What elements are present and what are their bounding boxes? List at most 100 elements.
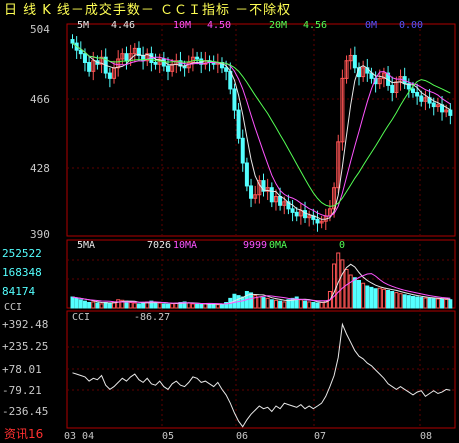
candle-body <box>240 137 245 164</box>
x-axis-label: 06 <box>236 431 249 442</box>
volume-bar <box>211 303 216 309</box>
candle-body <box>244 162 249 187</box>
candle-body <box>410 88 415 93</box>
volume-y-label: 168348 <box>2 266 42 279</box>
volume-bar <box>390 291 395 309</box>
candle-body <box>82 53 87 64</box>
volume-bar <box>87 302 92 309</box>
cci-panel-name: CCI <box>4 302 23 313</box>
volume-bar <box>195 303 200 309</box>
volume-bar <box>82 300 87 309</box>
volume-bar <box>157 302 162 309</box>
x-axis-label: 03 04 <box>64 431 95 442</box>
volume-bar <box>261 297 266 309</box>
volume-bar <box>444 298 449 309</box>
volume-bar <box>240 296 245 309</box>
candle-body <box>195 56 200 60</box>
candle-body <box>232 88 237 111</box>
ma10-line <box>72 42 451 217</box>
volume-bar <box>265 297 270 309</box>
volume-bar <box>315 302 320 309</box>
legend-label: 10MA <box>173 240 198 251</box>
volume-bar <box>298 299 303 309</box>
stock-chart[interactable] <box>0 0 459 443</box>
candle-body <box>224 67 229 72</box>
candle-body <box>390 84 395 93</box>
panel-frame <box>66 310 456 429</box>
volume-bar <box>357 280 361 309</box>
volume-bar <box>219 303 224 309</box>
volume-bar <box>95 302 100 309</box>
cci-y-label: -79.21 <box>2 384 42 397</box>
volume-bar <box>348 274 353 309</box>
legend-label: 0M <box>365 20 378 31</box>
candle-body <box>419 95 424 102</box>
volume-bar <box>415 296 420 309</box>
volume-bar <box>78 299 83 309</box>
volume-bar <box>435 298 440 309</box>
volume-bar <box>107 302 112 309</box>
volume-bar <box>311 302 316 309</box>
volume-bar <box>215 304 220 309</box>
candle-body <box>303 210 308 219</box>
candle-body <box>415 91 420 97</box>
cci-legend-value: -86.27 <box>134 312 171 323</box>
volume-bar <box>99 303 104 309</box>
brand-label: 资讯16 <box>4 427 44 441</box>
cci-y-label: +78.01 <box>2 363 42 376</box>
ma5-line <box>72 42 451 220</box>
candle-body <box>352 54 357 69</box>
volume-bar <box>153 302 158 309</box>
legend-value: 0.00 <box>399 20 424 31</box>
price-y-label: 428 <box>30 162 50 175</box>
volume-bar <box>352 277 357 309</box>
cci-y-label: +235.25 <box>2 340 49 353</box>
legend-label: 0MA <box>269 240 288 251</box>
volume-bar <box>116 299 121 309</box>
volume-bar <box>402 294 407 309</box>
volume-bar <box>332 263 337 309</box>
legend-label: 5M <box>77 20 90 31</box>
candle-body <box>87 62 92 72</box>
volume-y-label: 252522 <box>2 247 42 260</box>
volume-bar <box>448 299 453 309</box>
volume-bar <box>199 303 204 309</box>
volume-bar <box>406 295 411 309</box>
volume-bar <box>269 299 274 309</box>
volume-bar <box>377 287 382 309</box>
volume-bar <box>319 302 324 309</box>
volume-bar <box>303 300 308 309</box>
volume-bar <box>161 303 166 309</box>
volume-bar <box>427 297 432 309</box>
candle-body <box>236 109 241 139</box>
legend-value: 4.50 <box>207 20 232 31</box>
volume-bar <box>132 302 137 309</box>
volume-bar <box>398 293 403 309</box>
ma20-line <box>72 42 451 207</box>
candle-body <box>448 109 453 116</box>
candle-body <box>269 187 274 203</box>
x-axis-label: 08 <box>420 431 433 442</box>
volume-bar <box>128 302 133 309</box>
volume-bar <box>386 289 391 309</box>
legend-value: 9999 <box>243 240 268 251</box>
volume-bar <box>249 292 254 309</box>
price-y-label: 466 <box>30 93 50 106</box>
volume-bar <box>440 298 445 309</box>
volume-y-label: 84174 <box>2 285 36 298</box>
cci-line <box>72 322 451 428</box>
price-y-label: 390 <box>30 228 50 241</box>
volume-bar <box>361 282 366 309</box>
cci-y-label: -236.45 <box>2 405 49 418</box>
volume-bar <box>190 303 195 309</box>
volume-bar <box>369 286 374 309</box>
volume-bar <box>166 303 170 309</box>
volume-bar <box>431 298 436 309</box>
volume-bar <box>365 285 370 309</box>
volume-bar <box>278 300 283 309</box>
volume-bar <box>70 296 75 309</box>
volume-bar <box>141 302 146 309</box>
volume-bar <box>282 301 287 309</box>
volume-bar <box>394 292 399 309</box>
volume-bar <box>136 303 141 309</box>
